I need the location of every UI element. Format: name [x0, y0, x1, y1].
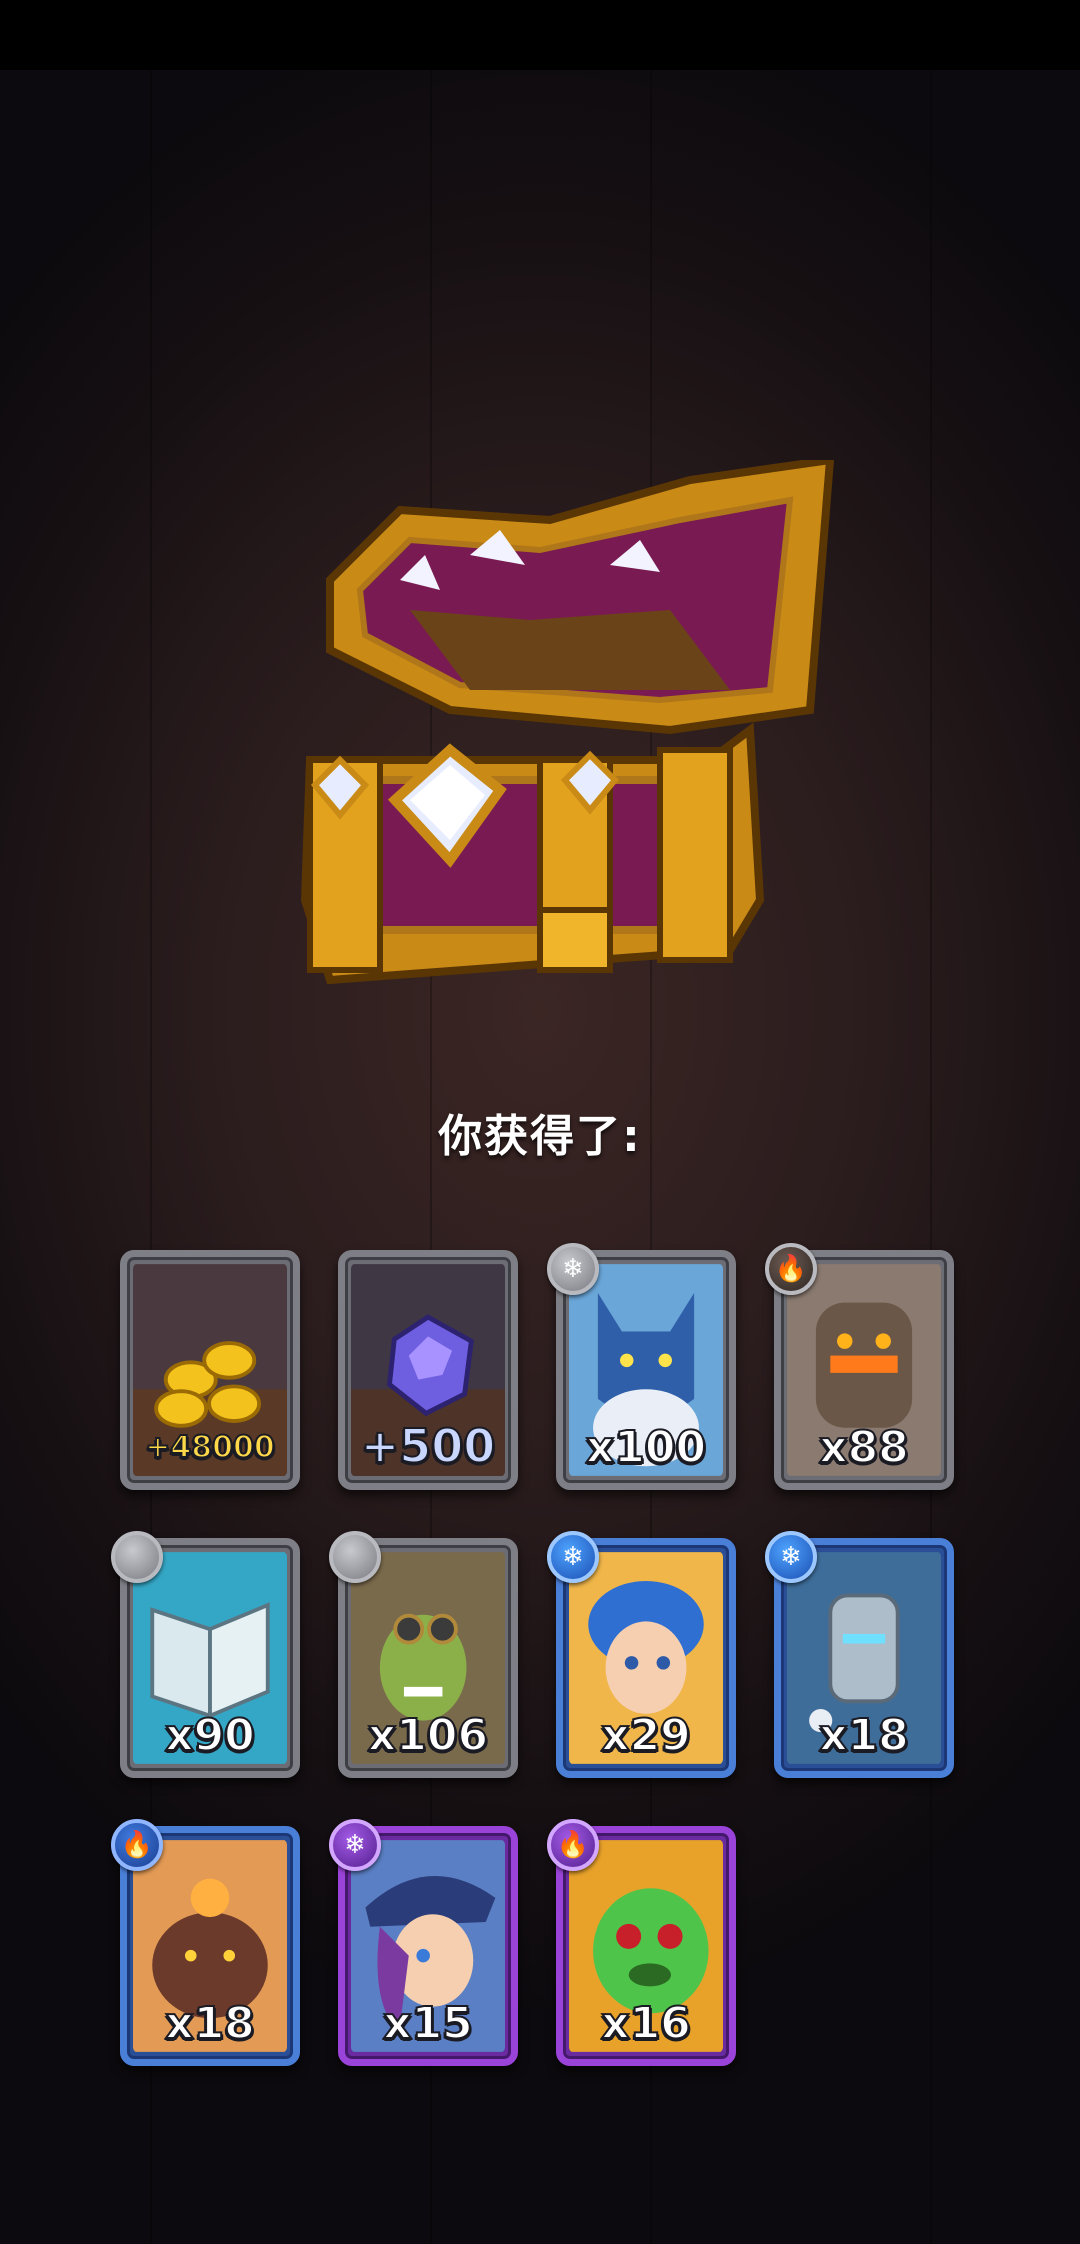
reward-screen: 你获得了: +48000 +500 x100 ❄ x88 🔥 x90 x106 … — [0, 0, 1080, 2244]
snowflake-icon: ❄ — [562, 1542, 584, 1572]
element-badge-neutral — [111, 1531, 163, 1583]
treasure-chest-icon[interactable] — [290, 460, 850, 1040]
reward-amount: x106 — [367, 1709, 489, 1762]
snowflake-icon: ❄ — [780, 1542, 802, 1572]
element-badge-ice: ❄ — [329, 1819, 381, 1871]
element-badge-ice: ❄ — [547, 1531, 599, 1583]
reward-card-ice-knight[interactable]: x18 ❄ — [765, 1531, 954, 1778]
reward-card-goblin-pilot[interactable]: x106 — [329, 1531, 518, 1778]
reward-amount: x29 — [600, 1709, 692, 1762]
element-badge-ice: ❄ — [547, 1243, 599, 1295]
snowflake-icon: ❄ — [562, 1254, 584, 1284]
reward-amount: x100 — [585, 1421, 707, 1474]
element-badge-neutral — [329, 1531, 381, 1583]
reward-card-gold-coins[interactable]: +48000 — [120, 1250, 300, 1490]
reward-amount: x18 — [164, 1997, 256, 2050]
fire-icon: 🔥 — [120, 1830, 154, 1860]
reward-title: 你获得了: — [438, 1111, 642, 1162]
reward-card-green-monster[interactable]: x16 🔥 — [547, 1819, 736, 2066]
reward-amount: +500 — [360, 1418, 497, 1474]
reward-card-crystal[interactable]: +500 — [338, 1250, 518, 1490]
reward-amount: x90 — [164, 1709, 256, 1762]
reward-amount: x18 — [818, 1709, 910, 1762]
reward-amount: x15 — [382, 1997, 474, 2050]
element-badge-fire: 🔥 — [547, 1819, 599, 1871]
status-bar — [0, 0, 1080, 70]
reward-card-fire-beast[interactable]: x18 🔥 — [111, 1819, 300, 2066]
reward-card-stone-golem[interactable]: x88 🔥 — [765, 1243, 954, 1490]
reward-card-pirate-girl[interactable]: x15 ❄ — [329, 1819, 518, 2066]
element-badge-fire: 🔥 — [765, 1243, 817, 1295]
reward-amount: +48000 — [144, 1429, 276, 1466]
reward-card-taptap-book[interactable]: x90 — [111, 1531, 300, 1778]
reward-card-blue-hair-hero[interactable]: x29 ❄ — [547, 1531, 736, 1778]
element-badge-ice: ❄ — [765, 1531, 817, 1583]
reward-amount: x88 — [818, 1421, 910, 1474]
fire-icon: 🔥 — [774, 1254, 808, 1284]
snowflake-icon: ❄ — [344, 1830, 366, 1860]
element-badge-fire: 🔥 — [111, 1819, 163, 1871]
fire-icon: 🔥 — [556, 1830, 590, 1860]
reward-card-blue-wolf[interactable]: x100 ❄ — [547, 1243, 736, 1490]
reward-amount: x16 — [600, 1997, 692, 2050]
